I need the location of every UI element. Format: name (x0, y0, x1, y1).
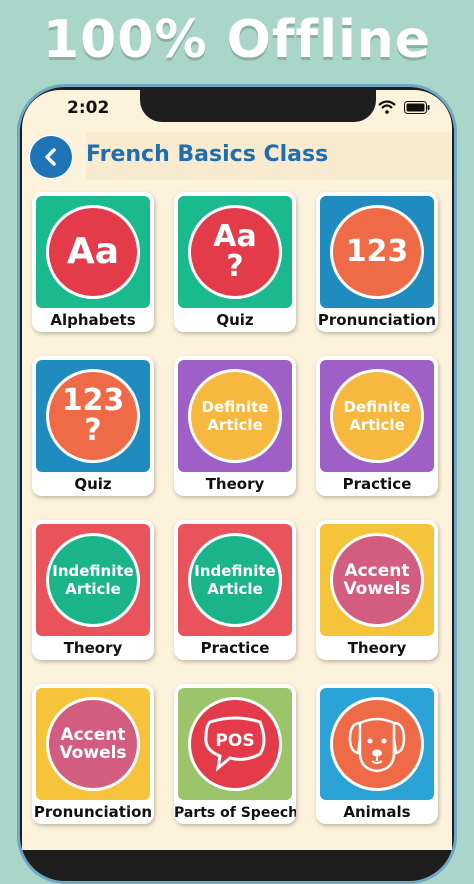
badge-text: Aa (213, 219, 257, 254)
indefinite-article-badge: Indefinite Article (46, 533, 140, 627)
animals-badge (330, 697, 424, 791)
card-definite-practice[interactable]: Definite Article Practice (316, 356, 438, 496)
promo-headline: 100% Offline (42, 10, 432, 70)
chevron-left-icon (45, 148, 56, 166)
badge-text: Accent (344, 561, 410, 581)
indefinite-article-badge: Indefinite Article (188, 533, 282, 627)
alphabet-quiz-badge: Aa ? (188, 205, 282, 299)
card-definite-theory[interactable]: Definite Article Theory (174, 356, 296, 496)
card-label: Practice (200, 639, 270, 657)
badge-text: POS (215, 731, 255, 751)
card-background (320, 688, 434, 800)
card-label: Alphabets (50, 311, 136, 329)
card-accent-theory[interactable]: Accent Vowels Theory (316, 520, 438, 660)
card-label: Quiz (74, 475, 112, 493)
app-screen: 2:02 French Basics Class Aa Alphabets Aa… (22, 90, 452, 850)
card-background: Accent Vowels (320, 524, 434, 636)
card-background: POS (178, 688, 292, 800)
badge-text: Article (65, 580, 121, 598)
badge-text: Definite (201, 398, 269, 416)
badge-text: Article (207, 416, 263, 434)
card-indefinite-theory[interactable]: Indefinite Article Theory (32, 520, 154, 660)
badge-text: 123 (345, 234, 409, 269)
card-background: Definite Article (320, 360, 434, 472)
badge-text: Accent (60, 725, 126, 745)
card-parts-of-speech[interactable]: POS Parts of Speech (174, 684, 296, 824)
card-background: Accent Vowels (36, 688, 150, 800)
page-title: French Basics Class (86, 142, 329, 167)
card-background: Aa ? (178, 196, 292, 308)
card-indefinite-practice[interactable]: Indefinite Article Practice (174, 520, 296, 660)
card-accent-pronunciation[interactable]: Accent Vowels Pronunciation (32, 684, 154, 824)
card-background: Definite Article (178, 360, 292, 472)
card-label: Pronunciation (33, 803, 153, 821)
card-label: Practice (342, 475, 412, 493)
card-label: Theory (205, 475, 265, 493)
badge-text: Article (349, 416, 405, 434)
question-mark-icon: ? (226, 249, 244, 284)
card-label: Animals (343, 803, 411, 821)
badge-text: 123 (61, 383, 125, 418)
status-time: 2:02 (67, 98, 110, 118)
card-alphabet-quiz[interactable]: Aa ? Quiz (174, 192, 296, 332)
number-badge: 123 (330, 205, 424, 299)
pos-badge: POS (188, 697, 282, 791)
dog-face-icon (348, 717, 406, 773)
battery-icon (404, 100, 430, 114)
card-label: Quiz (216, 311, 254, 329)
card-background: Indefinite Article (36, 524, 150, 636)
card-background: 123 (320, 196, 434, 308)
phone-notch (140, 90, 376, 122)
badge-text: Article (207, 580, 263, 598)
accent-vowels-badge: Accent Vowels (46, 697, 140, 791)
definite-article-badge: Definite Article (188, 369, 282, 463)
badge-text: Indefinite (52, 562, 134, 580)
badge-text: Vowels (59, 743, 127, 763)
number-quiz-badge: 123 ? (46, 369, 140, 463)
card-alphabets[interactable]: Aa Alphabets (32, 192, 154, 332)
question-mark-icon: ? (84, 413, 102, 448)
back-button[interactable] (28, 134, 74, 180)
card-label: Theory (63, 639, 123, 657)
definite-article-badge: Definite Article (330, 369, 424, 463)
card-background: 123 ? (36, 360, 150, 472)
alphabet-badge: Aa (46, 205, 140, 299)
card-background: Aa (36, 196, 150, 308)
status-icons (378, 100, 430, 114)
accent-vowels-badge: Accent Vowels (330, 533, 424, 627)
badge-text: Aa (66, 231, 120, 272)
card-label: Pronunciation (317, 311, 437, 329)
card-label: Parts of Speech (174, 805, 296, 821)
badge-text: Definite (343, 398, 411, 416)
badge-text: Indefinite (194, 562, 276, 580)
card-number-pronunciation[interactable]: 123 Pronunciation (316, 192, 438, 332)
wifi-icon (378, 100, 396, 114)
app-header: French Basics Class (22, 128, 452, 182)
card-label: Theory (347, 639, 407, 657)
card-animals[interactable]: Animals (316, 684, 438, 824)
badge-text: Vowels (343, 579, 411, 599)
card-number-quiz[interactable]: 123 ? Quiz (32, 356, 154, 496)
card-background: Indefinite Article (178, 524, 292, 636)
